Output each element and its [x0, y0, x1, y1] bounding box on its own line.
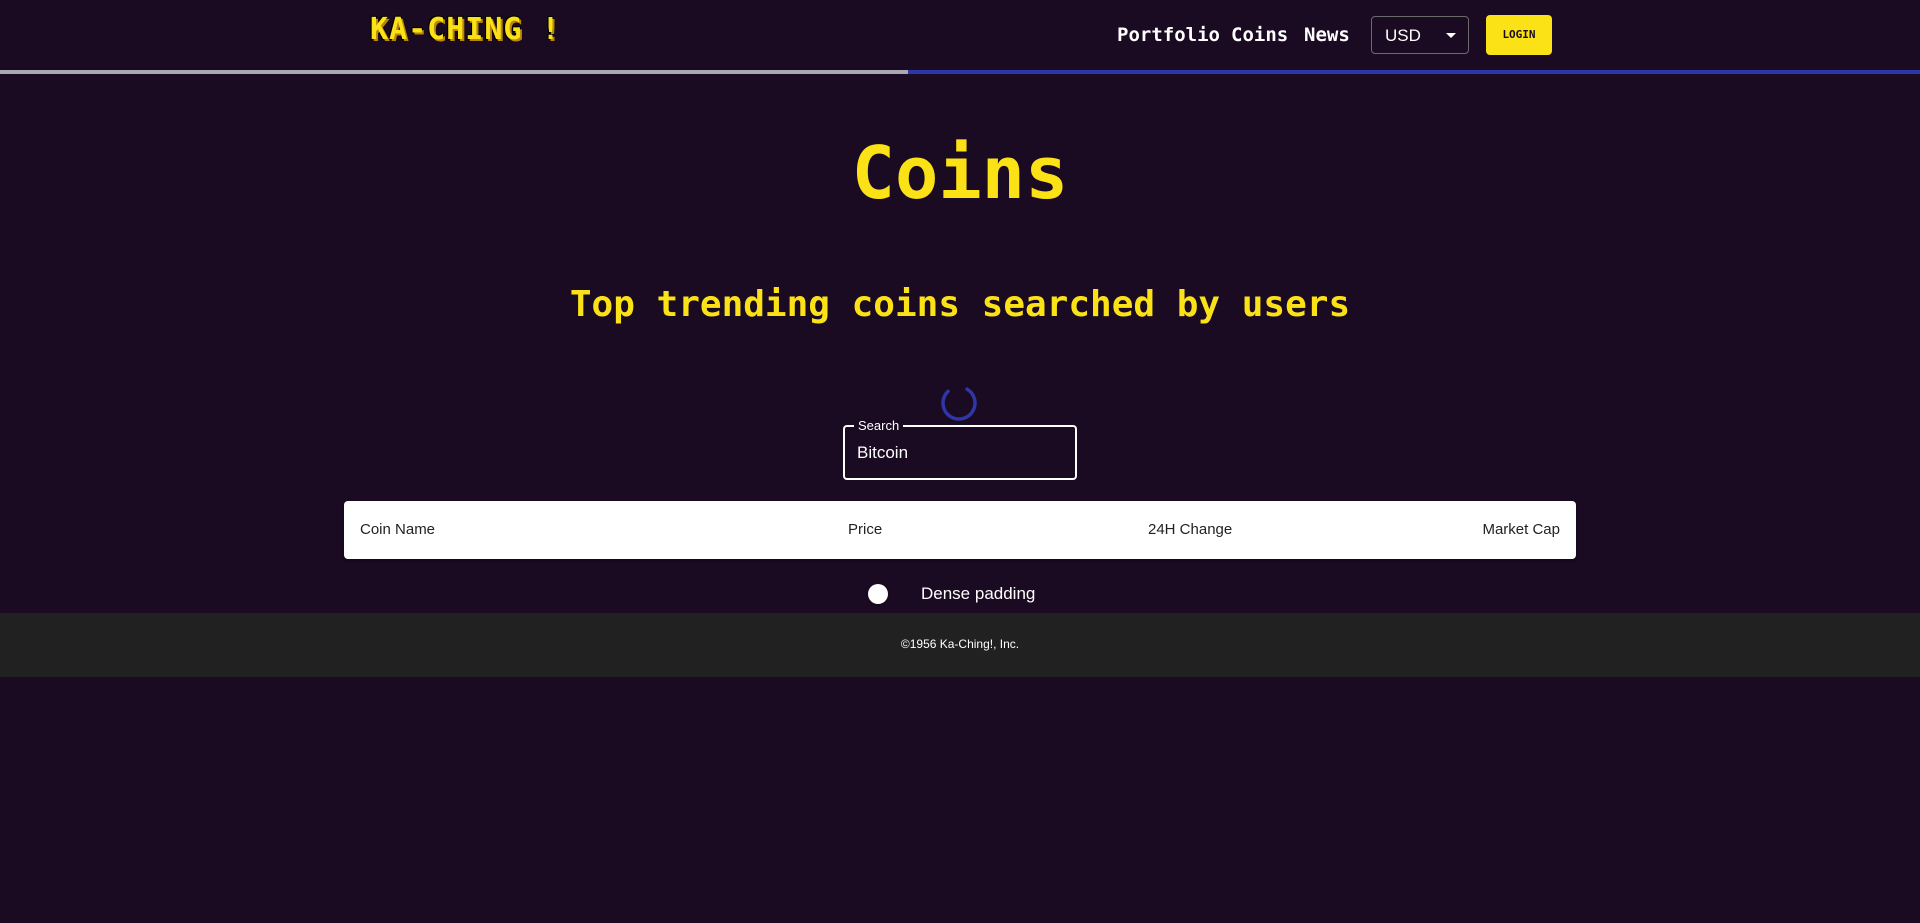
dense-padding-toggle[interactable] — [868, 583, 905, 605]
login-button[interactable]: LOGIN — [1486, 15, 1552, 55]
app-header: KA-CHING ! Portfolio Coins News USD LOGI… — [0, 0, 1920, 70]
currency-value: USD — [1385, 26, 1421, 45]
progress-fill — [0, 70, 909, 74]
page-title: Coins — [851, 131, 1069, 215]
search-field[interactable]: Search — [843, 418, 1077, 480]
loading-spinner-icon — [941, 385, 977, 421]
nav-portfolio[interactable]: Portfolio — [1117, 24, 1220, 48]
nav-news[interactable]: News — [1304, 24, 1350, 48]
loading-progress-bar — [0, 70, 1920, 74]
column-header-24h-change[interactable]: 24H Change — [1148, 521, 1232, 538]
search-label: Search — [854, 418, 904, 434]
nav-coins[interactable]: Coins — [1231, 24, 1288, 48]
page-subtitle: Top trending coins searched by users — [569, 284, 1351, 325]
dense-padding-label: Dense padding — [921, 584, 1036, 603]
chevron-down-icon — [1446, 33, 1456, 38]
column-header-coin-name[interactable]: Coin Name — [360, 521, 435, 538]
footer: ©1956 Ka-Ching!, Inc. — [0, 613, 1920, 677]
column-header-market-cap[interactable]: Market Cap — [1482, 521, 1560, 538]
footer-copyright: ©1956 Ka-Ching!, Inc. — [900, 637, 1020, 651]
logo[interactable]: KA-CHING ! — [370, 12, 561, 47]
coins-table: Coin Name Price 24H Change Market Cap — [344, 501, 1576, 559]
toggle-thumb — [868, 584, 888, 604]
currency-select[interactable]: USD — [1371, 16, 1469, 54]
column-header-price[interactable]: Price — [848, 521, 882, 538]
search-input[interactable] — [857, 441, 1057, 465]
